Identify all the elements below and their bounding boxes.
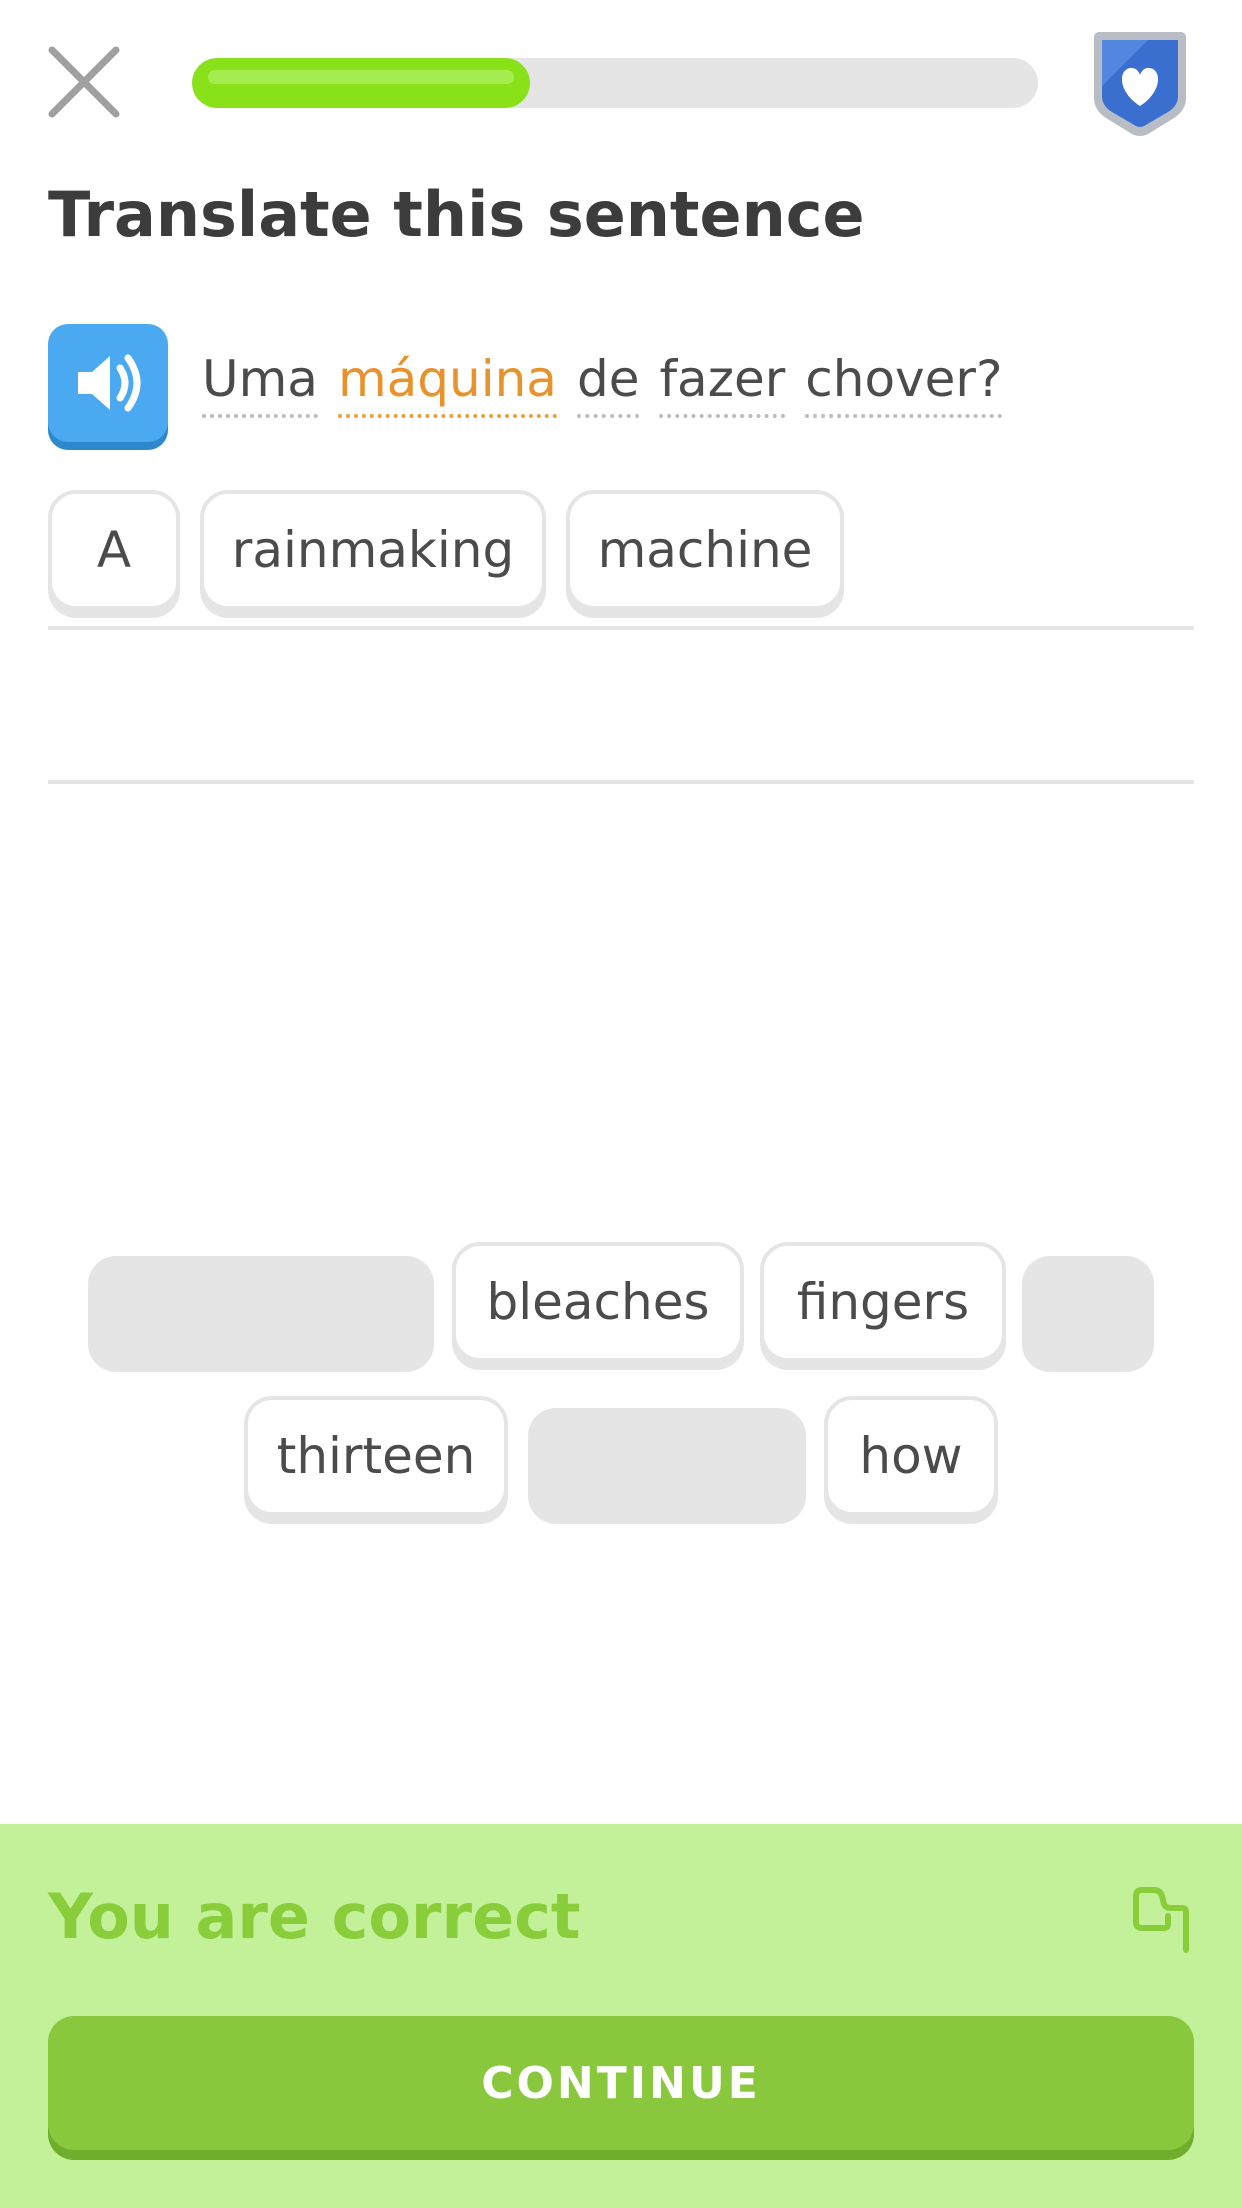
play-audio-button[interactable] — [48, 324, 168, 442]
prompt-word[interactable]: chover? — [805, 350, 1003, 418]
word-bank-chip[interactable]: thirteen — [244, 1396, 508, 1516]
prompt-word[interactable]: fazer — [659, 350, 786, 418]
used-word-slot — [88, 1256, 434, 1372]
continue-button[interactable]: CONTINUE — [48, 2016, 1194, 2150]
flag-icon — [1133, 1887, 1189, 1953]
word-bank-chip[interactable]: bleaches — [452, 1242, 744, 1362]
used-word-slot — [1022, 1256, 1154, 1372]
word-bank-chip[interactable]: how — [824, 1396, 998, 1516]
answer-line — [48, 626, 1194, 630]
answer-line — [48, 780, 1194, 784]
prompt-word[interactable]: de — [576, 350, 640, 418]
answer-word-chip[interactable]: machine — [566, 490, 844, 610]
lesson-progress-bar — [192, 58, 1038, 108]
close-button[interactable] — [44, 42, 124, 122]
close-icon — [48, 46, 120, 118]
word-bank-chip[interactable]: fingers — [760, 1242, 1006, 1362]
speaker-icon — [78, 354, 141, 412]
prompt-sentence: Uma máquina de fazer chover? — [202, 350, 1003, 418]
prompt-word-new[interactable]: máquina — [337, 350, 557, 418]
prompt-word[interactable]: Uma — [202, 350, 318, 418]
exercise-title: Translate this sentence — [48, 178, 865, 251]
answer-word-chip[interactable]: A — [48, 490, 180, 610]
hearts-shield[interactable] — [1088, 30, 1192, 138]
feedback-message: You are correct — [48, 1880, 581, 1953]
lesson-progress-fill — [192, 58, 531, 108]
heart-shield-icon — [1094, 32, 1186, 136]
report-button[interactable] — [1124, 1882, 1194, 1954]
used-word-slot — [528, 1408, 806, 1524]
answer-word-chip[interactable]: rainmaking — [200, 490, 546, 610]
progress-highlight — [208, 70, 515, 84]
